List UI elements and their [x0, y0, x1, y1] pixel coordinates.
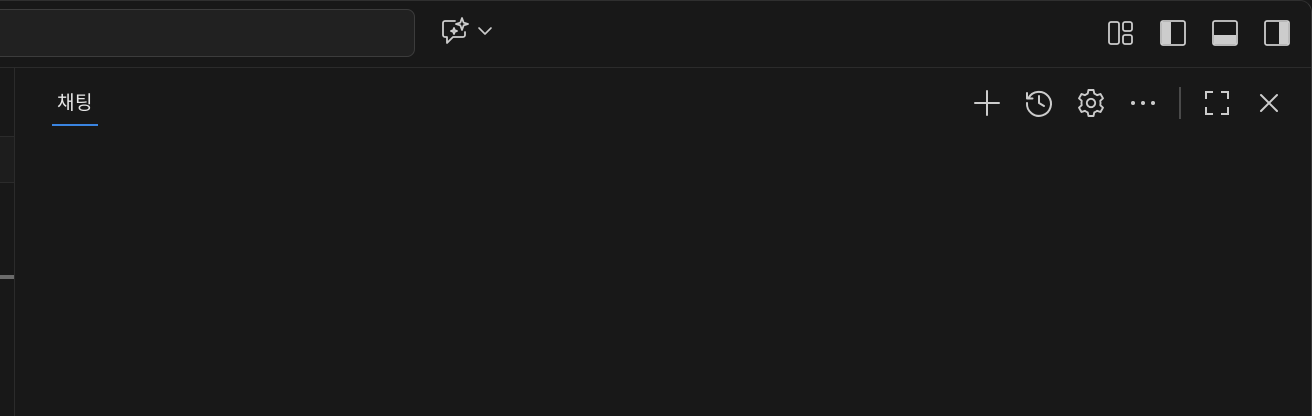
chat-panel-header: 채팅	[15, 68, 1311, 138]
gear-icon	[1075, 87, 1107, 119]
tab-chat[interactable]: 채팅	[52, 88, 98, 128]
history-icon	[1023, 87, 1055, 119]
sidebar-right-icon	[1263, 19, 1291, 47]
divider	[0, 182, 14, 183]
copilot-menu-button[interactable]	[438, 13, 504, 53]
chat-panel: 채팅	[15, 68, 1311, 416]
chat-panel-actions	[953, 85, 1287, 121]
toggle-secondary-sidebar-button[interactable]	[1261, 17, 1293, 49]
plus-icon	[972, 88, 1002, 118]
app-window: 채팅	[0, 0, 1312, 416]
close-panel-button[interactable]	[1251, 85, 1287, 121]
more-actions-button[interactable]	[1125, 85, 1161, 121]
command-center-search[interactable]	[0, 9, 415, 57]
copilot-chat-sparkle-icon	[438, 14, 472, 52]
sash-handle[interactable]	[0, 275, 14, 279]
chat-content-area	[15, 138, 1311, 416]
sidebar-section-header[interactable]	[0, 137, 14, 182]
toggle-primary-sidebar-button[interactable]	[1157, 17, 1189, 49]
actions-divider	[1179, 87, 1181, 119]
chevron-down-icon	[476, 22, 494, 44]
customize-layout-button[interactable]	[1105, 17, 1137, 49]
chat-history-button[interactable]	[1021, 85, 1057, 121]
fullscreen-icon	[1203, 89, 1231, 117]
layout-controls	[1105, 15, 1293, 51]
chat-settings-button[interactable]	[1073, 85, 1109, 121]
tab-chat-label: 채팅	[57, 92, 93, 114]
ellipsis-icon	[1128, 88, 1158, 118]
title-bar	[0, 1, 1311, 68]
active-tab-indicator	[52, 124, 98, 126]
primary-sidebar-edge	[0, 68, 15, 416]
new-chat-button[interactable]	[969, 85, 1005, 121]
toggle-panel-button[interactable]	[1209, 17, 1241, 49]
layout-grid-icon	[1107, 19, 1135, 47]
close-icon	[1257, 91, 1281, 115]
panel-bottom-icon	[1211, 19, 1239, 47]
sidebar-left-icon	[1159, 19, 1187, 47]
maximize-panel-button[interactable]	[1199, 85, 1235, 121]
